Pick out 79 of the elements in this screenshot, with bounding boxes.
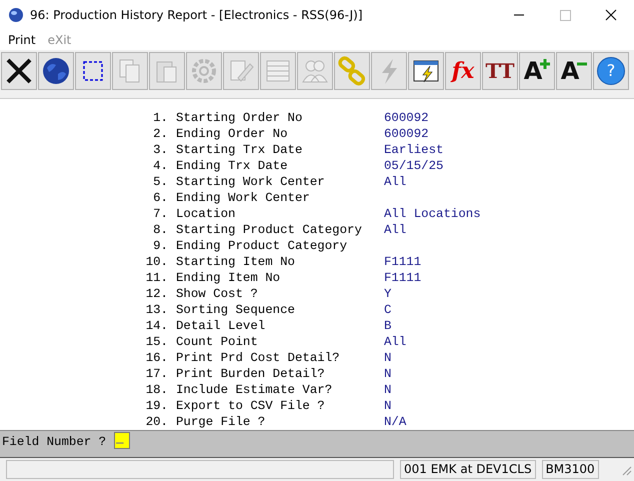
- field-number: 2.: [152, 126, 168, 142]
- field-number: 10.: [144, 254, 168, 270]
- gear-icon: [189, 56, 219, 86]
- field-label: Location: [176, 206, 236, 222]
- help-button[interactable]: ?: [593, 52, 629, 90]
- field-number: 18.: [144, 382, 168, 398]
- status-pane: 001 EMK at DEV1CLS: [400, 460, 536, 479]
- field-label: Ending Item No: [176, 270, 282, 286]
- prompt-label: Field Number ?: [2, 435, 106, 449]
- field-number: 19.: [144, 398, 168, 414]
- close-icon: [4, 56, 34, 86]
- field-label: Ending Product Category: [176, 238, 348, 254]
- field-number: 20.: [144, 414, 168, 430]
- field-number: 4.: [152, 158, 168, 174]
- field-value: C: [384, 302, 392, 318]
- resize-grip-icon: [620, 464, 632, 476]
- field-value: All: [384, 174, 406, 190]
- toolbar-button[interactable]: [408, 52, 444, 90]
- field-value: 05/15/25: [384, 158, 444, 174]
- field-label: Print Burden Detail?: [176, 366, 326, 382]
- field-number: 12.: [144, 286, 168, 302]
- field-label: Show Cost ?: [176, 286, 259, 302]
- toolbar-button[interactable]: fx: [445, 52, 481, 90]
- field-value: All Locations: [384, 206, 481, 222]
- input-field[interactable]: _: [114, 432, 130, 449]
- field-number: 15.: [144, 334, 168, 350]
- field-value: All: [384, 334, 406, 350]
- status-pane: BM3100: [542, 460, 599, 479]
- field-label: Sorting Sequence: [176, 302, 296, 318]
- field-label: Ending Work Center: [176, 190, 311, 206]
- field-label: Count Point: [176, 334, 259, 350]
- field-number: 5.: [152, 174, 168, 190]
- toolbar-button[interactable]: [38, 52, 74, 90]
- field-value: F1111: [384, 270, 422, 286]
- field-number: 1.: [152, 110, 168, 126]
- field-number: 13.: [144, 302, 168, 318]
- field-label: Include Estimate Var?: [176, 382, 334, 398]
- field-number: 7.: [152, 206, 168, 222]
- toolbar-button[interactable]: [75, 52, 111, 90]
- window-title: 96: Production History Report - [Electronics - RSS(96-J)]: [30, 8, 362, 22]
- field-value: 600092: [384, 126, 429, 142]
- globe-icon: [8, 7, 24, 23]
- toolbar-button[interactable]: A: [519, 52, 555, 90]
- globe-icon: [41, 56, 71, 86]
- field-value: 600092: [384, 110, 429, 126]
- toolbar-button[interactable]: A: [556, 52, 592, 90]
- chain-icon: [337, 56, 367, 86]
- field-value: B: [384, 318, 392, 334]
- field-label: Starting Item No: [176, 254, 296, 270]
- field-label: Starting Product Category: [176, 222, 363, 238]
- field-label: Ending Order No: [176, 126, 289, 142]
- field-value: Earliest: [384, 142, 444, 158]
- field-label: Print Prd Cost Detail?: [176, 350, 341, 366]
- field-label: Purge File ?: [176, 414, 266, 430]
- field-label: Starting Work Center: [176, 174, 326, 190]
- field-value: F1111: [384, 254, 422, 270]
- field-label: Ending Trx Date: [176, 158, 289, 174]
- field-number: 14.: [144, 318, 168, 334]
- field-label: Starting Trx Date: [176, 142, 304, 158]
- field-number: 11.: [144, 270, 168, 286]
- field-value: All: [384, 222, 406, 238]
- toolbar-button[interactable]: TT: [482, 52, 518, 90]
- field-value: Y: [384, 286, 392, 302]
- field-number: 3.: [152, 142, 168, 158]
- close-tool-button[interactable]: [1, 52, 37, 90]
- field-label: Starting Order No: [176, 110, 304, 126]
- field-number: 16.: [144, 350, 168, 366]
- field-value: N: [384, 350, 392, 366]
- field-number: 17.: [144, 366, 168, 382]
- field-value: N/A: [384, 414, 406, 430]
- field-label: Detail Level: [176, 318, 266, 334]
- menu-item[interactable]: Print: [8, 33, 36, 47]
- field-number: 6.: [152, 190, 168, 206]
- field-value: N: [384, 398, 392, 414]
- field-label: Export to CSV File ?: [176, 398, 326, 414]
- field-number: 8.: [152, 222, 168, 238]
- field-value: N: [384, 366, 392, 382]
- field-value: N: [384, 382, 392, 398]
- field-number: 9.: [152, 238, 168, 254]
